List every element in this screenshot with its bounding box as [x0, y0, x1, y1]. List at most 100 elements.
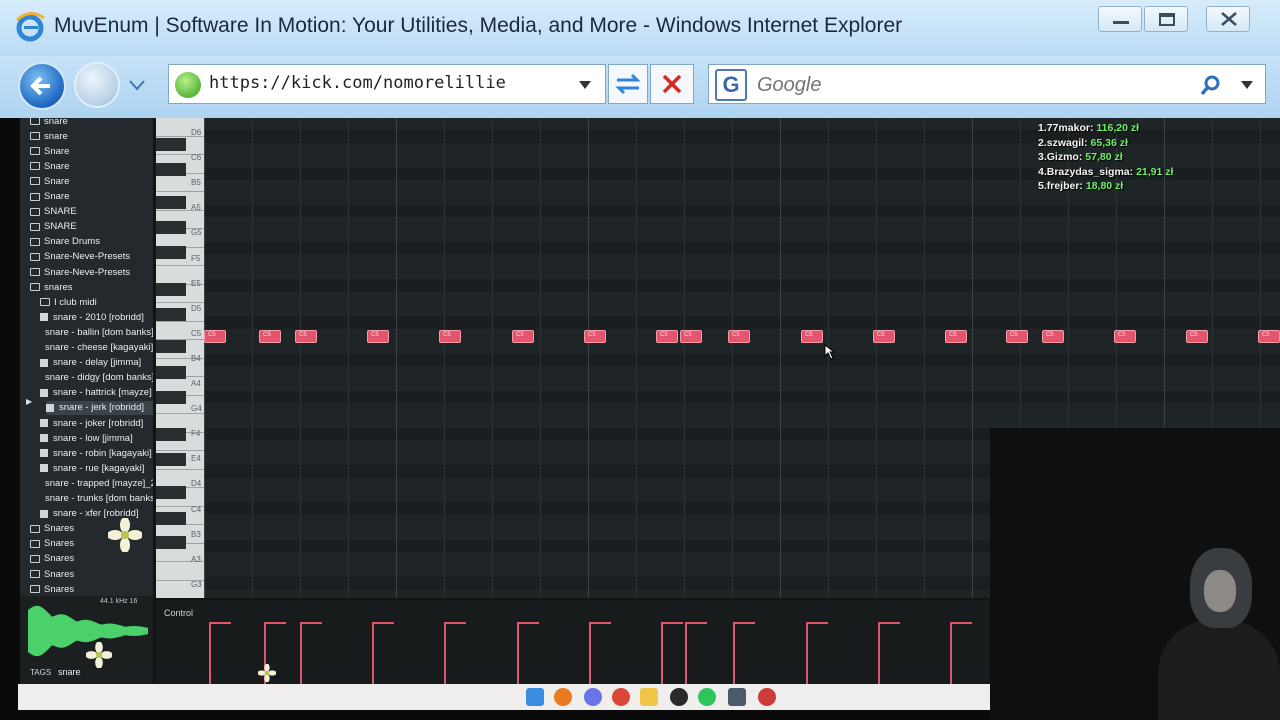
- midi-note[interactable]: C5: [728, 330, 750, 343]
- browser-folder[interactable]: SNARE: [30, 220, 153, 234]
- velocity-bar[interactable]: [685, 622, 687, 684]
- midi-note[interactable]: C5: [295, 330, 317, 343]
- black-key[interactable]: [156, 138, 186, 151]
- black-key[interactable]: [156, 308, 186, 321]
- black-key[interactable]: [156, 246, 186, 259]
- velocity-bar[interactable]: [950, 622, 952, 684]
- obs-icon[interactable]: [670, 688, 688, 706]
- browser-folder[interactable]: Snare Drums: [30, 235, 153, 249]
- midi-note[interactable]: C5: [801, 330, 823, 343]
- address-dropdown-icon[interactable]: [577, 79, 593, 91]
- black-key[interactable]: [156, 512, 186, 525]
- velocity-bar[interactable]: [806, 622, 808, 684]
- velocity-bar[interactable]: [661, 622, 663, 684]
- midi-note[interactable]: C5: [1114, 330, 1136, 343]
- browser-file[interactable]: snare - ballin [dom banks]_2: [40, 325, 153, 339]
- folder-icon[interactable]: [640, 688, 658, 706]
- control-label[interactable]: Control: [164, 608, 193, 618]
- midi-note[interactable]: C5: [259, 330, 281, 343]
- midi-note[interactable]: C5: [656, 330, 678, 343]
- velocity-bar[interactable]: [372, 622, 374, 684]
- maximize-button[interactable]: [1144, 6, 1188, 32]
- browser-file[interactable]: snare - 2010 [robridd]: [40, 310, 153, 324]
- midi-note[interactable]: C5: [439, 330, 461, 343]
- browser-folder[interactable]: snares: [30, 280, 153, 294]
- browser-file[interactable]: snare - jerk [robridd]: [46, 400, 153, 415]
- black-key[interactable]: [156, 366, 186, 379]
- search-box[interactable]: G: [708, 64, 1266, 104]
- chrome-icon[interactable]: [612, 688, 630, 706]
- history-dropdown-icon[interactable]: [128, 78, 146, 92]
- browser-folder[interactable]: Snare: [30, 144, 153, 158]
- velocity-bar[interactable]: [300, 622, 302, 684]
- black-key[interactable]: [156, 340, 186, 353]
- velocity-bar[interactable]: [444, 622, 446, 684]
- black-key[interactable]: [156, 536, 186, 549]
- midi-note[interactable]: C5: [204, 330, 226, 343]
- waveform-preview[interactable]: 44.1 kHz 16 TAGS snare: [20, 596, 153, 684]
- discord-icon[interactable]: [584, 688, 602, 706]
- browser-file[interactable]: snare - joker [robridd]: [40, 416, 153, 430]
- browser-folder[interactable]: Snares: [30, 567, 153, 581]
- midi-note[interactable]: C5: [945, 330, 967, 343]
- black-key[interactable]: [156, 196, 186, 209]
- address-url[interactable]: https://kick.com/nomorelillie: [209, 73, 506, 93]
- black-key[interactable]: [156, 486, 186, 499]
- midi-note[interactable]: C5: [367, 330, 389, 343]
- browser-folder[interactable]: Snare: [30, 174, 153, 188]
- browser-folder[interactable]: Snares: [30, 582, 153, 596]
- velocity-bar[interactable]: [517, 622, 519, 684]
- browser-folder[interactable]: Snare-Neve-Presets: [30, 265, 153, 279]
- forward-button[interactable]: [74, 62, 120, 108]
- browser-file[interactable]: snare - hattrick [mayze]: [40, 386, 153, 400]
- browser-folder[interactable]: snare: [30, 118, 153, 128]
- midi-note[interactable]: C5: [1258, 330, 1280, 343]
- browser-file[interactable]: snare - robin [kagayaki]: [40, 446, 153, 460]
- browser-file[interactable]: snare - rue [kagayaki]: [40, 461, 153, 475]
- browser-folder[interactable]: snare: [30, 129, 153, 143]
- velocity-bar[interactable]: [209, 622, 211, 684]
- black-key[interactable]: [156, 283, 186, 296]
- browser-folder[interactable]: SNARE: [30, 205, 153, 219]
- velocity-bar[interactable]: [878, 622, 880, 684]
- midi-note[interactable]: C5: [873, 330, 895, 343]
- refresh-button[interactable]: [608, 64, 648, 104]
- browser-file[interactable]: snare - didgy [dom banks]_2: [40, 371, 153, 385]
- midi-note[interactable]: C5: [1042, 330, 1064, 343]
- minimize-button[interactable]: [1098, 6, 1142, 32]
- black-key[interactable]: [156, 453, 186, 466]
- search-input[interactable]: [757, 71, 1187, 99]
- windows-start-icon[interactable]: [526, 688, 544, 706]
- velocity-bar[interactable]: [733, 622, 735, 684]
- black-key[interactable]: [156, 163, 186, 176]
- black-key[interactable]: [156, 391, 186, 404]
- search-dropdown-icon[interactable]: [1239, 79, 1255, 91]
- browser-folder[interactable]: Snares: [30, 552, 153, 566]
- midi-note[interactable]: C5: [584, 330, 606, 343]
- browser-folder[interactable]: I club midi: [40, 295, 153, 309]
- black-key[interactable]: [156, 221, 186, 234]
- browser-folder[interactable]: Snare: [30, 190, 153, 204]
- midi-note[interactable]: C5: [680, 330, 702, 343]
- calculator-icon[interactable]: [728, 688, 746, 706]
- search-icon[interactable]: [1199, 73, 1223, 97]
- spotify-icon[interactable]: [698, 688, 716, 706]
- browser-folder[interactable]: Snare: [30, 159, 153, 173]
- control-lane[interactable]: Control: [156, 600, 990, 684]
- fl-studio-icon[interactable]: [554, 688, 572, 706]
- midi-note[interactable]: C5: [1186, 330, 1208, 343]
- browser-file[interactable]: snare - trunks [dom banks]: [40, 492, 153, 506]
- browser-file[interactable]: snare - cheese [kagayaki]: [40, 341, 153, 355]
- white-key[interactable]: [156, 562, 204, 581]
- stop-button[interactable]: [650, 64, 694, 104]
- browser-file[interactable]: snare - delay [jimma]: [40, 356, 153, 370]
- black-key[interactable]: [156, 428, 186, 441]
- address-bar[interactable]: https://kick.com/nomorelillie: [168, 64, 606, 104]
- app-icon[interactable]: [758, 688, 776, 706]
- browser-file[interactable]: snare - low [jimma]: [40, 431, 153, 445]
- midi-note[interactable]: C5: [1006, 330, 1028, 343]
- browser-file[interactable]: snare - trapped [mayze]_2: [40, 476, 153, 490]
- velocity-bar[interactable]: [589, 622, 591, 684]
- midi-note[interactable]: C5: [512, 330, 534, 343]
- close-button[interactable]: [1206, 6, 1250, 32]
